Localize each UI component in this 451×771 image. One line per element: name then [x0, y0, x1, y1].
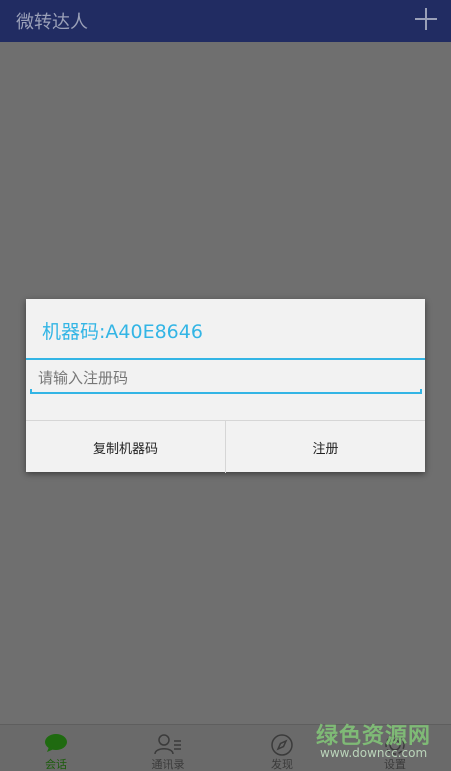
copy-machine-code-button[interactable]: 复制机器码: [26, 421, 225, 473]
dialog-button-row: 复制机器码 注册: [26, 420, 425, 473]
app-bar: 微转达人: [0, 0, 451, 42]
nav-label-contacts: 通讯录: [151, 758, 185, 771]
nav-label-chats: 会话: [45, 758, 67, 771]
plus-icon[interactable]: [415, 8, 437, 30]
watermark-url: www.downcc.com: [320, 746, 428, 760]
nav-item-chats[interactable]: 会话: [0, 725, 112, 771]
registration-dialog: 机器码:A40E8646 复制机器码 注册: [26, 299, 428, 473]
app-title: 微转达人: [16, 12, 88, 33]
machine-code-title: 机器码:A40E8646: [42, 321, 203, 343]
chat-bubble-icon: [44, 733, 68, 757]
title-divider: [26, 358, 425, 360]
input-underline: [30, 389, 422, 394]
register-button[interactable]: 注册: [226, 421, 425, 473]
registration-code-input[interactable]: [32, 363, 428, 393]
nav-item-contacts[interactable]: 通讯录: [112, 725, 224, 771]
watermark: 绿色资源网 www.downcc.com: [316, 718, 436, 766]
screen: 微转达人 机器码:A40E8646 复制机器码 注册 会话: [0, 0, 451, 771]
